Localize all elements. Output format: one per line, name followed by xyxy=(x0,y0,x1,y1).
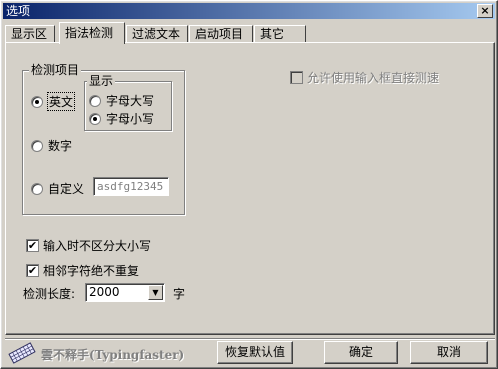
restore-defaults-button[interactable]: 恢复默认值 xyxy=(217,341,293,364)
ok-button[interactable]: 确定 xyxy=(324,341,398,364)
tab-display-area[interactable]: 显示区 xyxy=(5,25,55,43)
keyboard-icon xyxy=(8,342,36,364)
radio-uppercase[interactable]: 字母大写 xyxy=(89,92,154,109)
radio-digits-dot[interactable] xyxy=(31,139,43,152)
radio-custom-label: 自定义 xyxy=(48,182,85,196)
cancel-button[interactable]: 取消 xyxy=(410,341,488,364)
no-repeat-checkbox[interactable]: ✔ xyxy=(26,264,39,277)
custom-chars-input[interactable]: asdfg12345 xyxy=(93,177,169,196)
tab-other[interactable]: 其它 xyxy=(254,25,306,43)
test-length-unit: 字 xyxy=(173,287,186,301)
title-bar[interactable]: 选项 × xyxy=(3,3,495,19)
case-insensitive-checkbox[interactable]: ✔ xyxy=(26,239,39,252)
options-dialog: 选项 × 显示区 指法检测 过滤文本 启动项目 其它 检测项目 显示 英文 字母… xyxy=(0,0,498,369)
radio-english[interactable]: 英文 xyxy=(31,92,76,111)
allow-input-label: 允许使用输入框直接测速 xyxy=(307,71,440,85)
radio-uppercase-dot[interactable] xyxy=(89,94,101,107)
close-button[interactable]: × xyxy=(477,4,493,18)
footer-divider xyxy=(5,338,495,340)
display-case-title: 显示 xyxy=(87,74,116,88)
radio-digits-label: 数字 xyxy=(48,139,73,153)
radio-english-label: 英文 xyxy=(46,92,76,111)
radio-custom-dot[interactable] xyxy=(31,182,43,195)
tab-fingering-detection[interactable]: 指法检测 xyxy=(59,22,125,44)
detect-items-title: 检测项目 xyxy=(29,63,82,77)
no-repeat-label: 相邻字符绝不重复 xyxy=(43,264,140,278)
radio-lowercase-label: 字母小写 xyxy=(106,112,155,126)
test-length-select[interactable]: 2000 ▼ xyxy=(85,283,165,302)
no-repeat-option[interactable]: ✔ 相邻字符绝不重复 xyxy=(26,262,139,279)
allow-input-direct-test[interactable]: 允许使用输入框直接测速 xyxy=(290,69,439,86)
chevron-down-icon[interactable]: ▼ xyxy=(148,285,163,300)
brand-label: 雲不释手(Typingfaster) xyxy=(41,348,185,362)
radio-lowercase-dot[interactable] xyxy=(89,112,101,125)
radio-uppercase-label: 字母大写 xyxy=(106,94,155,108)
tab-startup-items[interactable]: 启动项目 xyxy=(189,25,253,43)
radio-lowercase[interactable]: 字母小写 xyxy=(89,110,154,127)
window-title: 选项 xyxy=(6,4,31,18)
allow-input-checkbox[interactable] xyxy=(290,71,303,84)
radio-digits[interactable]: 数字 xyxy=(31,137,72,154)
case-insensitive-option[interactable]: ✔ 输入时不区分大小写 xyxy=(26,237,151,254)
test-length-value: 2000 xyxy=(89,285,120,299)
test-length-label: 检测长度: xyxy=(23,287,76,301)
radio-custom[interactable]: 自定义 xyxy=(31,180,84,197)
tab-filter-text[interactable]: 过滤文本 xyxy=(126,25,188,43)
case-insensitive-label: 输入时不区分大小写 xyxy=(43,239,152,253)
radio-english-dot[interactable] xyxy=(31,95,43,108)
